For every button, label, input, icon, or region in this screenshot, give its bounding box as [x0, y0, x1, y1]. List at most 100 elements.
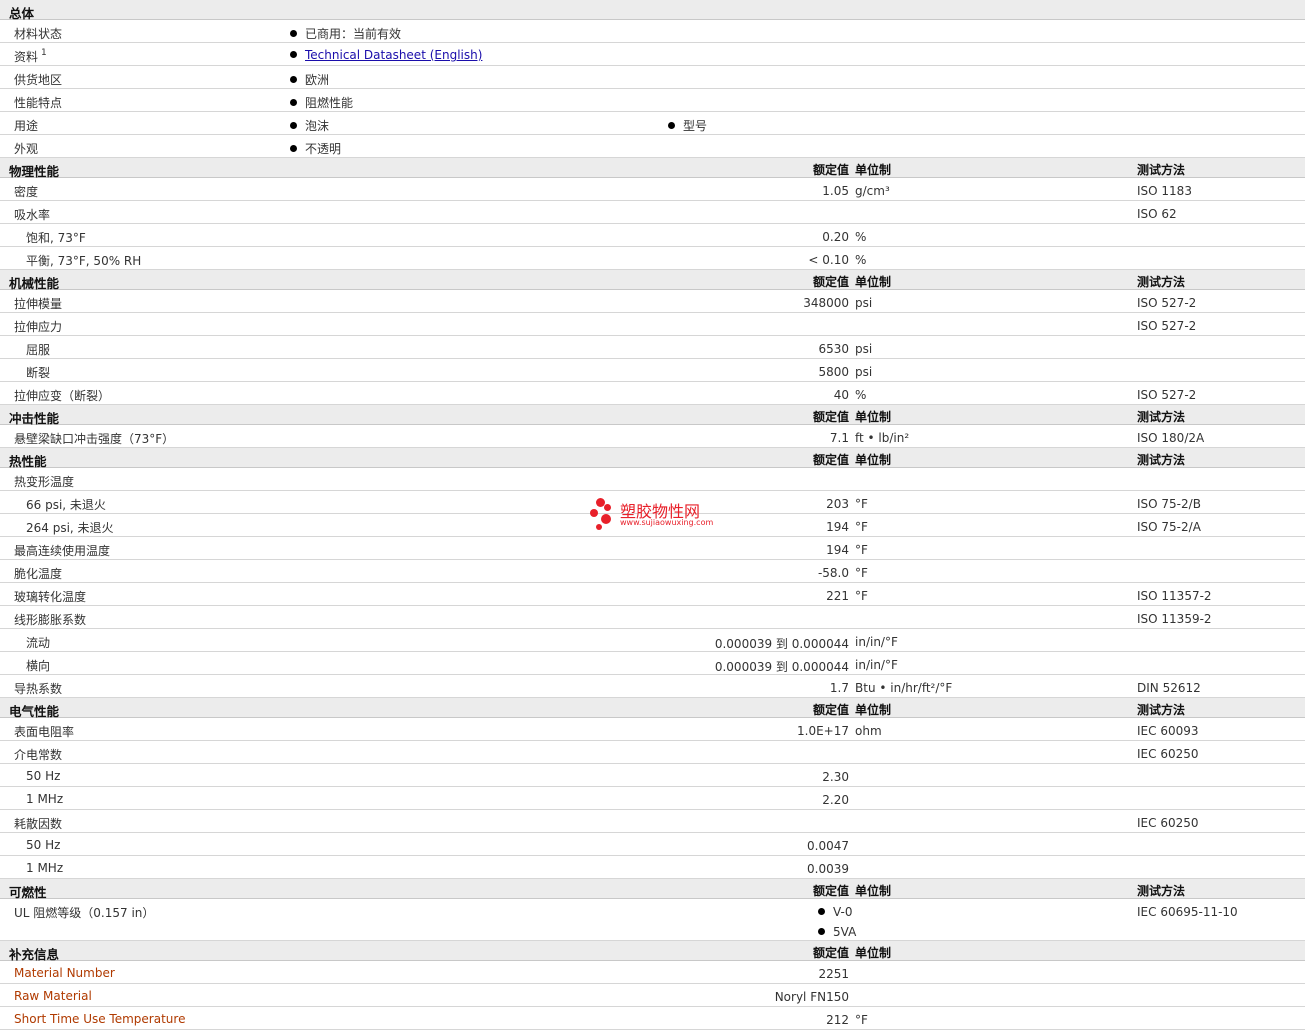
- general-row-status: 材料状态 已商用：当前有效: [0, 20, 1305, 43]
- property-label: 50 Hz: [26, 769, 61, 783]
- property-row: 拉伸应变（断裂） 40% ISO 527-2: [0, 382, 1305, 405]
- property-row: UL 阻燃等级（0.157 in） V-0 5VA IEC 60695-11-1…: [0, 899, 1305, 941]
- watermark-url: www.sujiaowuxing.com: [620, 518, 714, 527]
- general-row-region: 供货地区 欧洲: [0, 66, 1305, 89]
- column-header-value: 额定值: [812, 410, 849, 424]
- property-row: 脆化温度 -58.0 °F: [0, 560, 1305, 583]
- property-label: 资料 1: [14, 48, 47, 64]
- property-row: Short Time Use Temperature 212 °F: [0, 1007, 1305, 1030]
- property-label: 表面电阻率: [14, 725, 75, 739]
- test-method: ISO 180/2A: [1137, 431, 1205, 445]
- property-label: 材料状态: [14, 27, 63, 41]
- property-value: 5800: [818, 365, 849, 379]
- property-unit: psi: [855, 296, 873, 310]
- property-row: Raw Material Noryl FN150: [0, 984, 1305, 1007]
- bullet-value: 阻燃性能: [290, 94, 353, 111]
- property-label: 玻璃转化温度: [14, 590, 87, 604]
- property-value: 194: [826, 543, 849, 557]
- property-row: 饱和, 73°F 0.20%: [0, 224, 1305, 247]
- general-row-features: 性能特点 阻燃性能: [0, 89, 1305, 112]
- property-value: Noryl FN150: [774, 990, 849, 1004]
- column-header-unit: 单位制: [855, 453, 892, 467]
- property-value: 2.30: [822, 770, 849, 784]
- property-label: 流动: [26, 636, 51, 650]
- test-method: IEC 60093: [1137, 724, 1199, 738]
- property-row: 屈服 6530 psi: [0, 336, 1305, 359]
- property-row: 表面电阻率 1.0E+17 ohm IEC 60093: [0, 718, 1305, 741]
- property-label: 介电常数: [14, 748, 63, 762]
- property-row: 平衡, 73°F, 50% RH < 0.10%: [0, 247, 1305, 270]
- general-row-appearance: 外观 不透明: [0, 135, 1305, 158]
- property-unit: Btu • in/hr/ft²/°F: [855, 681, 953, 695]
- property-label: 导热系数: [14, 682, 63, 696]
- test-method: IEC 60250: [1137, 816, 1199, 830]
- logo-dot-icon: [601, 514, 611, 524]
- property-unit: psi: [855, 342, 873, 356]
- property-unit: in/in/°F: [855, 658, 898, 672]
- property-row: Material Number 2251: [0, 961, 1305, 984]
- property-unit: %: [855, 388, 867, 402]
- property-label: 50 Hz: [26, 838, 61, 852]
- property-unit: °F: [855, 497, 868, 511]
- column-header-value: 额定值: [812, 884, 849, 898]
- section-header-physical: 物理性能 额定值 单位制 测试方法: [0, 158, 1305, 179]
- property-row: 导热系数 1.7 Btu • in/hr/ft²/°F DIN 52612: [0, 675, 1305, 698]
- property-label: 外观: [14, 142, 39, 156]
- section-header-impact: 冲击性能 额定值 单位制 测试方法: [0, 405, 1305, 426]
- property-label: 66 psi, 未退火: [26, 498, 106, 512]
- test-method: ISO 75-2/B: [1137, 497, 1201, 511]
- property-row: 线形膨胀系数 ISO 11359-2: [0, 606, 1305, 629]
- property-label: 断裂: [26, 366, 51, 380]
- property-value: 0.20: [822, 230, 849, 244]
- property-value: 203: [826, 497, 849, 511]
- property-label: 脆化温度: [14, 567, 63, 581]
- property-label: 热变形温度: [14, 475, 75, 489]
- column-header-value: 额定值: [812, 703, 849, 717]
- property-label: 用途: [14, 119, 39, 133]
- property-value: 2.20: [822, 793, 849, 807]
- test-method: ISO 527-2: [1137, 296, 1197, 310]
- column-header-method: 测试方法: [1137, 884, 1186, 898]
- property-unit: g/cm³: [855, 184, 890, 198]
- property-row: 最高连续使用温度 194 °F: [0, 537, 1305, 560]
- property-label: UL 阻燃等级（0.157 in）: [14, 906, 155, 920]
- property-unit: °F: [855, 589, 868, 603]
- column-header-method: 测试方法: [1137, 410, 1186, 424]
- column-header-method: 测试方法: [1137, 275, 1186, 289]
- test-method: ISO 62: [1137, 207, 1177, 221]
- bullet-icon: [290, 76, 297, 83]
- test-method: DIN 52612: [1137, 681, 1201, 695]
- property-row: 1 MHz 0.0039: [0, 856, 1305, 879]
- property-value: 1.05: [822, 184, 849, 198]
- bullet-icon: [818, 928, 825, 935]
- column-header-value: 额定值: [812, 946, 849, 960]
- property-label: 供货地区: [14, 73, 63, 87]
- section-header-thermal: 热性能 额定值 单位制 测试方法: [0, 448, 1305, 469]
- property-row: 介电常数 IEC 60250: [0, 741, 1305, 764]
- bullet-icon: [290, 30, 297, 37]
- bullet-value: 已商用：当前有效: [290, 25, 401, 42]
- section-header-mechanical: 机械性能 额定值 单位制 测试方法: [0, 270, 1305, 291]
- property-unit: °F: [855, 1013, 868, 1027]
- property-value: 194: [826, 520, 849, 534]
- property-label: Raw Material: [14, 989, 92, 1003]
- test-method: ISO 1183: [1137, 184, 1192, 198]
- footnote-marker: 1: [41, 48, 47, 58]
- property-label: 屈服: [26, 343, 51, 357]
- property-label: 264 psi, 未退火: [26, 521, 114, 535]
- property-value: 6530: [818, 342, 849, 356]
- bullet-icon: [818, 908, 825, 915]
- bullet-value: 不透明: [290, 140, 341, 157]
- section-header-general: 总体: [0, 0, 1305, 21]
- property-value: 0.000039 到 0.000044: [714, 637, 849, 651]
- property-unit: °F: [855, 520, 868, 534]
- property-value: 212: [826, 1013, 849, 1027]
- property-value: 7.1: [829, 431, 849, 445]
- column-header-unit: 单位制: [855, 946, 892, 960]
- bullet-value: 5VA: [818, 925, 856, 939]
- property-value: 0.0039: [807, 862, 849, 876]
- test-method: ISO 11357-2: [1137, 589, 1212, 603]
- bullet-value: 欧洲: [290, 71, 329, 88]
- property-label: 吸水率: [14, 208, 51, 222]
- datasheet-link[interactable]: Technical Datasheet (English): [305, 48, 482, 62]
